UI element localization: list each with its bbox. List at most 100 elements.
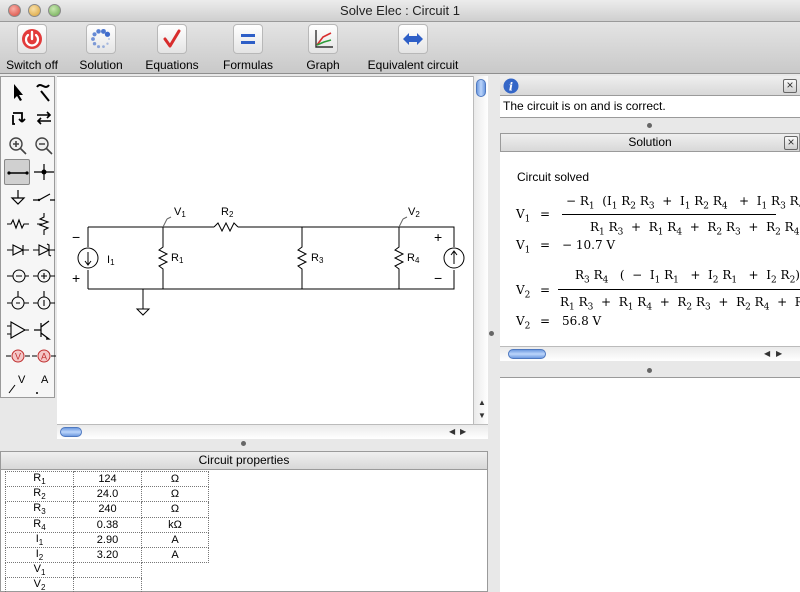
canvas-horizontal-scroll-thumb[interactable] [60, 427, 82, 437]
table-row[interactable]: I2 3.20 A [5, 546, 209, 564]
property-unit-cell[interactable]: Ω [141, 501, 209, 518]
toolbar: Switch off Solution Equations Formulas G… [0, 22, 800, 74]
v2-numerator: R3 R4 ( − I1 R1 + I2 R1 + I2 R2) [575, 268, 800, 286]
scroll-up-arrow[interactable]: ▲ [478, 398, 486, 407]
transistor-tool[interactable] [31, 317, 57, 343]
property-value-cell[interactable]: 240 [73, 501, 142, 518]
scroll-down-arrow[interactable]: ▼ [478, 411, 486, 420]
zoom-in-tool[interactable] [5, 133, 31, 159]
close-solution-button[interactable]: × [784, 136, 798, 150]
property-value-cell[interactable] [73, 577, 142, 592]
dependent-voltage-source-tool[interactable] [5, 289, 31, 315]
ammeter-label: A [41, 352, 47, 362]
current-source-tool[interactable] [31, 263, 57, 289]
ground-tool[interactable] [5, 185, 31, 211]
switch-off-button[interactable]: Switch off [4, 24, 60, 72]
solution-button[interactable]: Solution [74, 24, 128, 72]
select-pointer-tool[interactable] [5, 79, 31, 105]
solution-title: Solution [628, 135, 672, 149]
table-row[interactable]: V1 [5, 562, 209, 579]
info-splitter-handle[interactable] [647, 123, 652, 128]
property-value-cell[interactable] [73, 562, 142, 579]
voltage-source-tool[interactable] [5, 263, 31, 289]
properties-table: R1 124 Ω R2 24.0 Ω R3 240 Ω R4 0.38 kΩ I1 2.90 A I2 3.20… [5, 470, 209, 592]
v1-numerator: − R1 (I1 R2 R3 + I1 R2 R4 + I1 R3 R4) [566, 194, 800, 212]
v2-result-eq: = [540, 314, 551, 328]
polarity-plus-right: + [434, 229, 442, 245]
table-row[interactable]: R4 0.38 kΩ [5, 516, 209, 533]
canvas-horizontal-scrollbar[interactable]: ◀ ▶ [57, 424, 488, 439]
circuit-properties-panel: R1 124 Ω R2 24.0 Ω R3 240 Ω R4 0.38 kΩ I1 2.90 A I2 3.20… [0, 470, 488, 592]
v2-symbol: V2 [516, 283, 531, 301]
property-name-cell: R4 [5, 516, 74, 533]
graph-button[interactable]: Graph [298, 24, 348, 72]
scroll-left-arrow[interactable]: ◀ [449, 427, 455, 436]
rotate-tool[interactable] [5, 105, 31, 131]
vertical-splitter-handle[interactable] [489, 331, 494, 336]
current-probe-tool[interactable]: A [31, 371, 57, 397]
v1-value: − 10.7 V [562, 238, 616, 252]
op-amp-tool[interactable] [5, 317, 31, 343]
solution-scroll-right-arrow[interactable]: ▶ [776, 349, 782, 358]
property-name-cell: R1 [5, 470, 74, 488]
splitter-handle[interactable] [241, 441, 246, 446]
property-unit-cell[interactable]: Ω [141, 470, 209, 488]
property-value-cell[interactable]: 24.0 [73, 486, 142, 503]
solution-panel: Circuit solved V1 = − R1 (I1 R2 R3 + I1 … [500, 152, 800, 346]
polarity-plus-left: + [72, 270, 80, 286]
property-value-cell[interactable]: 124 [73, 470, 142, 488]
v2-eq-sign: = [540, 283, 551, 297]
wire-tool[interactable] [31, 79, 57, 105]
property-unit-cell[interactable]: kΩ [141, 516, 209, 533]
property-value-cell[interactable]: 3.20 [73, 546, 142, 564]
diode-tool[interactable] [5, 237, 31, 263]
zener-diode-tool[interactable] [31, 237, 57, 263]
canvas-vertical-scroll-thumb[interactable] [476, 79, 486, 97]
table-row[interactable]: V2 [5, 577, 209, 592]
table-row[interactable]: R2 24.0 Ω [5, 486, 209, 503]
v1-result-symbol: V1 [516, 238, 531, 256]
power-icon [17, 24, 47, 54]
resistor-tool[interactable] [5, 211, 31, 237]
property-value-cell[interactable]: 0.38 [73, 516, 142, 533]
property-unit-cell[interactable]: A [141, 546, 209, 564]
current-probe-label: A [41, 374, 49, 386]
equations-button[interactable]: Equations [142, 24, 202, 72]
close-info-button[interactable]: × [783, 79, 797, 93]
lower-right-panel [500, 377, 800, 592]
solution-splitter-handle[interactable] [647, 368, 652, 373]
dependent-current-source-tool[interactable] [31, 289, 57, 315]
node-tool[interactable] [31, 159, 57, 185]
variable-resistor-tool[interactable] [31, 211, 57, 237]
wire-draw-tool[interactable] [4, 159, 30, 185]
zoom-out-tool[interactable] [31, 133, 57, 159]
solution-scroll-left-arrow[interactable]: ◀ [764, 349, 770, 358]
table-row[interactable]: R3 240 Ω [5, 501, 209, 518]
flip-tool[interactable] [31, 105, 57, 131]
v1-result-eq: = [540, 238, 551, 252]
formulas-button[interactable]: Formulas [218, 24, 278, 72]
equivalent-circuit-button[interactable]: Equivalent circuit [366, 24, 460, 72]
property-value-cell[interactable]: 2.90 [73, 531, 142, 548]
voltmeter-tool[interactable]: V [5, 343, 31, 369]
property-unit-cell[interactable]: Ω [141, 486, 209, 503]
v2-fraction-line [558, 289, 800, 290]
voltage-probe-tool[interactable]: V [5, 371, 31, 397]
solution-scroll-thumb[interactable] [508, 349, 546, 359]
circuit-canvas[interactable]: V1 V2 R2 R1 R3 R4 I1 − + + − [57, 76, 473, 424]
table-row[interactable]: I1 2.90 A [5, 531, 209, 548]
solution-horizontal-scrollbar[interactable]: ◀ ▶ [500, 346, 800, 361]
graph-axes-icon [308, 24, 338, 54]
v2-denominator: R1 R3 + R1 R4 + R2 R3 + R2 R4 + R3 [560, 295, 800, 313]
double-arrow-icon [398, 24, 428, 54]
scroll-right-arrow[interactable]: ▶ [460, 427, 466, 436]
info-message: The circuit is on and is correct. [500, 96, 800, 118]
info-panel-header: i × [500, 76, 800, 96]
property-unit-cell[interactable]: A [141, 531, 209, 548]
table-row[interactable]: R1 124 Ω [5, 470, 209, 488]
node-label-v1: V1 [174, 206, 186, 219]
ammeter-tool[interactable]: A [31, 343, 57, 369]
switch-tool[interactable] [31, 185, 57, 211]
canvas-vertical-scrollbar[interactable]: ▲ ▼ [473, 76, 488, 424]
component-label-i1: I1 [107, 254, 115, 267]
